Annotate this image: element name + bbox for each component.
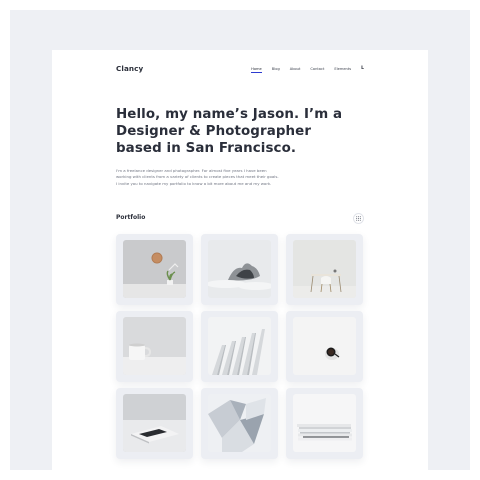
portfolio-item-building[interactable] <box>201 388 278 459</box>
portfolio-photo <box>208 240 271 298</box>
portfolio-photo <box>123 394 186 452</box>
portfolio-item-desk[interactable] <box>286 234 363 305</box>
portfolio-photo <box>208 394 271 452</box>
grid-dots-icon <box>356 216 361 221</box>
grid-view-button[interactable] <box>353 213 364 224</box>
nav-item-contact[interactable]: Contact <box>310 67 324 71</box>
site-logo[interactable]: Clancy <box>116 64 143 73</box>
portfolio-item-fins[interactable] <box>201 311 278 382</box>
portfolio-photo <box>123 240 186 298</box>
portfolio-item-mug[interactable] <box>116 311 193 382</box>
nav-item-extra[interactable]: L <box>361 66 364 71</box>
portfolio-photo <box>123 317 186 375</box>
main-nav: Home Blog About Contact Elements L <box>241 66 364 73</box>
website-page: Clancy Home Blog About Contact Elements … <box>52 50 428 470</box>
portfolio-photo <box>293 317 356 375</box>
portfolio-item-coffee[interactable] <box>286 311 363 382</box>
portfolio-photo <box>208 317 271 375</box>
hero-intro: I'm a freelance designer and photographe… <box>116 168 279 186</box>
nav-item-elements[interactable]: Elements <box>334 67 351 71</box>
portfolio-photo <box>293 240 356 298</box>
portfolio-item-clock[interactable] <box>116 234 193 305</box>
nav-item-about[interactable]: About <box>290 67 301 71</box>
portfolio-item-rock[interactable] <box>201 234 278 305</box>
portfolio-title: Portfolio <box>116 214 146 221</box>
portfolio-header: Portfolio <box>116 213 364 225</box>
portfolio-item-papers[interactable] <box>286 388 363 459</box>
nav-item-home[interactable]: Home <box>251 67 262 73</box>
site-header: Clancy Home Blog About Contact Elements … <box>116 64 364 74</box>
hero-title: Hello, my name’s Jason. I’m a Designer &… <box>116 107 343 156</box>
portfolio-photo <box>293 394 356 452</box>
portfolio-grid <box>116 234 364 460</box>
nav-item-blog[interactable]: Blog <box>272 67 280 71</box>
portfolio-item-laptop[interactable] <box>116 388 193 459</box>
